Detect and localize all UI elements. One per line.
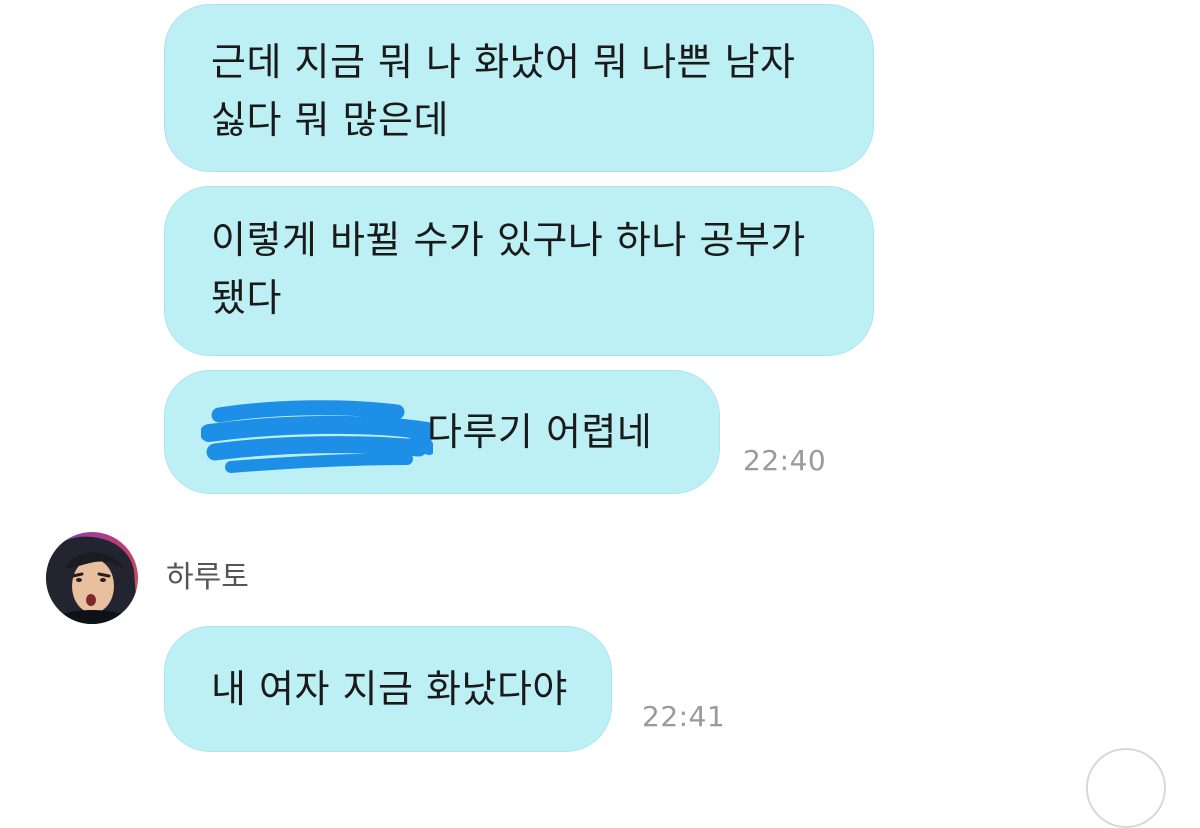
corner-circle-button[interactable] [1086,748,1166,828]
message-bubble-3[interactable]: 다루기 어렵네 [164,370,720,494]
sender-name: 하루토 [166,560,249,595]
message-text-4: 내 여자 지금 화났다야 [211,667,568,711]
profile-avatar[interactable] [46,532,138,624]
message-bubble-2[interactable]: 이렇게 바뀔 수가 있구나 하나 공부가 됐다 [164,186,874,356]
avatar-image [46,532,138,624]
chat-view: 근데 지금 뭐 나 화났어 뭐 나쁜 남자 싫다 뭐 많은데 이렇게 바뀔 수가… [0,0,1200,828]
message-text-2: 이렇게 바뀔 수가 있구나 하나 공부가 됐다 [211,211,806,327]
message-text-1: 근데 지금 뭐 나 화났어 뭐 나쁜 남자 싫다 뭐 많은데 [211,33,796,149]
message-time-1: 22:40 [743,444,827,477]
message-bubble-4[interactable]: 내 여자 지금 화났다야 [164,626,612,752]
redaction-scribble [201,400,433,473]
message-line-2-2: 됐다 [211,276,282,320]
message-time-2: 22:41 [642,700,726,733]
message-line-1-1: 근데 지금 뭐 나 화났어 뭐 나쁜 남자 [211,40,796,84]
message-line-1-2: 싫다 뭐 많은데 [211,98,449,142]
message-bubble-1[interactable]: 근데 지금 뭐 나 화났어 뭐 나쁜 남자 싫다 뭐 많은데 [164,4,874,172]
message-text-3: 다루기 어렵네 [427,410,653,454]
message-line-2-1: 이렇게 바뀔 수가 있구나 하나 공부가 [211,218,806,262]
